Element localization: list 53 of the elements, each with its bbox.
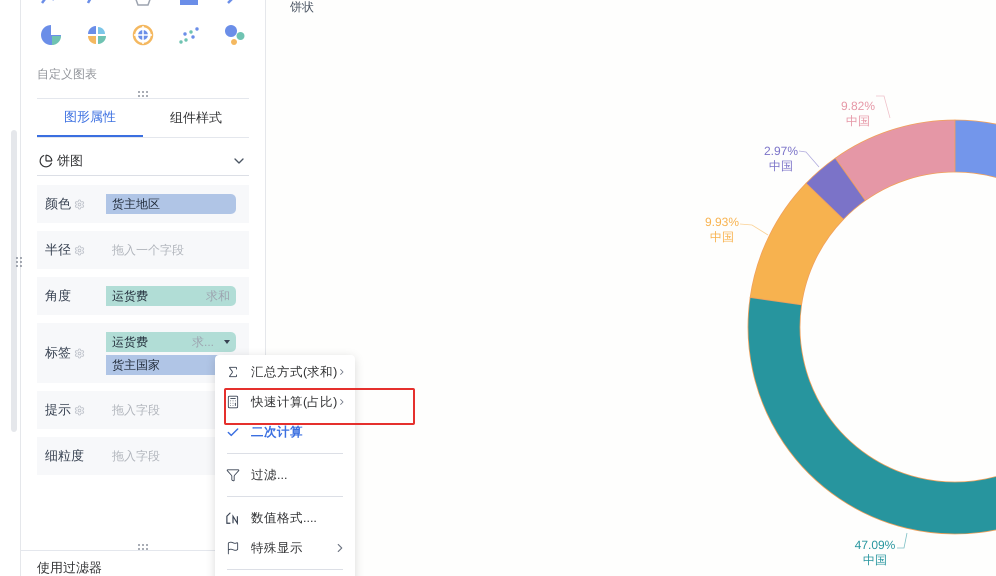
data-label: 9.82% [840, 98, 876, 113]
data-label: 中国 [846, 114, 870, 128]
aggregation-label: 求和 [206, 288, 230, 305]
flag-icon [226, 541, 240, 555]
field-pill[interactable]: 运货费 求... [106, 332, 236, 352]
field-label: 颜色 [45, 195, 71, 214]
field-label: 半径 [45, 241, 71, 260]
menu-item[interactable]: 过滤... [215, 460, 355, 490]
settings-icon[interactable] [74, 244, 85, 256]
drag-handle-icon[interactable] [138, 544, 148, 550]
menu-item[interactable]: 二次计算 [215, 417, 355, 447]
pie-chart-icon[interactable] [40, 24, 62, 46]
chart-title: 饼状 [290, 0, 314, 16]
menu-item[interactable]: 快速计算(占比) [215, 387, 355, 417]
data-label: 中国 [769, 158, 793, 173]
menu-item[interactable]: 特殊显示 [215, 533, 355, 563]
drag-handle-icon[interactable] [138, 91, 148, 97]
aggregation-label: 求... [192, 334, 214, 350]
field-label: 细粒度 [45, 447, 84, 466]
number-format-icon [226, 511, 240, 525]
field-label: 提示 [45, 401, 71, 420]
drag-handle-icon[interactable] [16, 257, 22, 267]
data-label: 中国 [863, 552, 887, 567]
section-title: 自定义图表 [37, 66, 98, 82]
field-label: 角度 [45, 287, 71, 306]
field-label: 标签 [45, 344, 71, 362]
settings-icon[interactable] [74, 404, 85, 416]
data-label: 47.09% [854, 538, 896, 552]
sunburst-chart-icon[interactable] [132, 24, 154, 46]
bubble-chart-icon[interactable] [224, 24, 246, 46]
tab[interactable]: 组件样式 [143, 99, 249, 137]
rose-chart-icon[interactable] [86, 24, 108, 46]
leader-line [876, 96, 890, 118]
sigma-icon [226, 365, 240, 379]
dropdown-caret-icon[interactable] [224, 340, 230, 344]
leader-line [896, 532, 908, 548]
settings-icon[interactable] [74, 348, 85, 358]
field-pill[interactable]: 运货费 求和 [106, 286, 236, 306]
section-title: 使用过滤器 [37, 560, 102, 575]
calculator-icon [226, 395, 240, 409]
pie-chart-icon [39, 154, 53, 168]
data-label: 9.93% [704, 214, 740, 229]
leader-line [740, 224, 768, 236]
leader-line [798, 150, 820, 168]
settings-icon[interactable] [74, 198, 85, 210]
scrollbar-thumb[interactable] [11, 130, 17, 432]
data-label: 中国 [710, 230, 734, 244]
data-label: 2.97% [764, 144, 798, 158]
field-pill[interactable]: 货主地区 [106, 194, 236, 214]
menu-item[interactable]: 数值格式.... [215, 503, 355, 533]
chart-type-select[interactable]: 饼图 [37, 146, 249, 176]
filter-icon [226, 468, 240, 482]
tab[interactable]: 图形属性 [37, 99, 143, 137]
